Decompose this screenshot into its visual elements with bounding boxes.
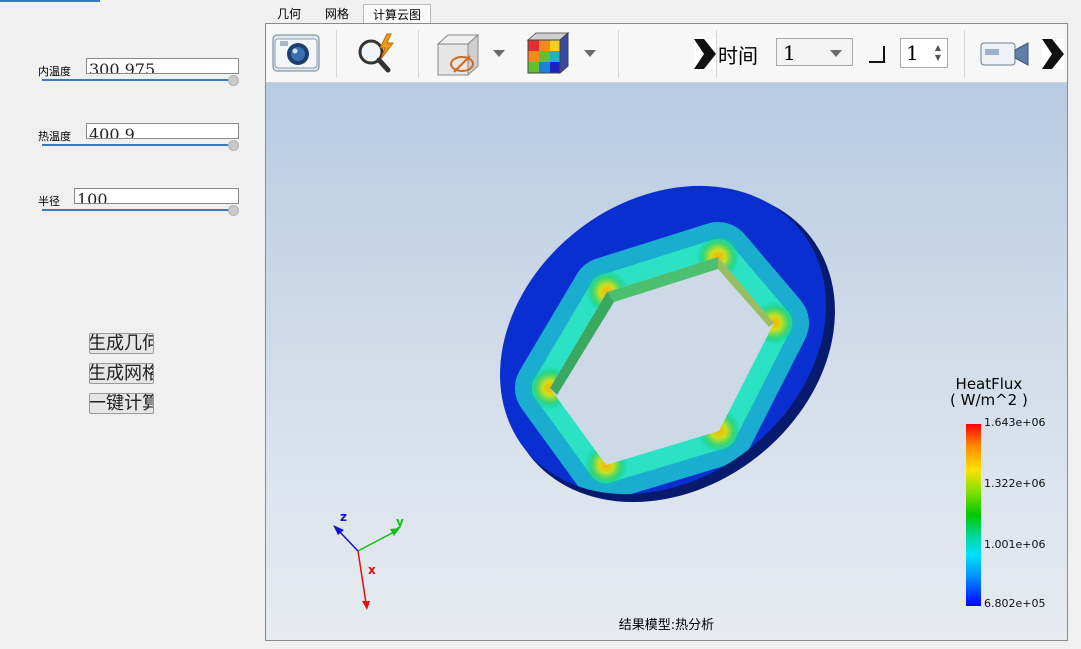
window-accent-line — [0, 0, 100, 2]
axis-y-label: y — [396, 515, 404, 529]
tab-mesh[interactable]: 网格 — [316, 4, 358, 23]
param-label: 内温度 — [38, 65, 71, 78]
param-label: 半径 — [38, 195, 60, 208]
tab-geometry[interactable]: 几何 — [270, 4, 308, 23]
step-value: 1 — [906, 41, 919, 65]
legend-tick: 6.802e+05 — [984, 597, 1046, 610]
tab-result-contour[interactable]: 计算云图 — [363, 4, 431, 24]
radius-slider[interactable] — [42, 209, 236, 211]
slider-handle[interactable] — [228, 140, 239, 151]
camera-icon[interactable] — [272, 31, 320, 73]
hot-temperature-slider[interactable] — [42, 144, 236, 146]
generate-mesh-button[interactable]: 生成网格 — [89, 363, 154, 384]
toolbar-separator — [336, 30, 337, 78]
param-label: 热温度 — [38, 130, 71, 143]
3d-viewport[interactable]: z y x HeatFlux ( W/m^2 ) 1.643e+06 1.322… — [266, 83, 1067, 640]
spin-arrows-icon[interactable]: ▲ ▼ — [935, 43, 941, 63]
chevron-down-icon[interactable] — [493, 50, 505, 57]
legend-title: HeatFlux ( W/m^2 ) — [950, 376, 1028, 408]
axis-z-label: z — [340, 510, 347, 524]
legend-unit: ( W/m^2 ) — [950, 391, 1028, 409]
time-select[interactable]: 1 — [776, 38, 853, 66]
color-legend-bar — [966, 424, 981, 606]
hot-temperature-input[interactable]: 400.9 — [86, 123, 239, 139]
chevron-down-icon — [830, 50, 842, 57]
heatflux-model-render — [333, 185, 835, 610]
legend-tick: 1.322e+06 — [984, 477, 1046, 490]
legend-tick: 1.643e+06 — [984, 416, 1046, 429]
inner-temperature-slider[interactable] — [42, 79, 236, 81]
time-label: 时间 — [718, 44, 758, 68]
viewer-frame: 时间 1 1 ▲ ▼ z y x HeatFlux (W/m^2) 1.64… — [265, 23, 1068, 641]
legend-quantity: HeatFlux — [955, 375, 1023, 393]
param-radius: 半径 100 — [38, 188, 243, 228]
colormap-cube-icon[interactable] — [524, 30, 574, 76]
toolbar-separator — [618, 30, 619, 78]
slider-handle[interactable] — [228, 75, 239, 86]
axis-x-label: x — [368, 563, 376, 577]
viewer-toolbar: 时间 1 1 ▲ ▼ — [266, 24, 1067, 83]
toolbar-separator — [716, 30, 717, 78]
param-hot-temperature: 热温度 400.9 — [38, 123, 243, 163]
inner-temperature-input[interactable]: 300.975 — [86, 58, 239, 74]
play-icon[interactable] — [694, 39, 716, 69]
generate-geometry-button[interactable]: 生成几何 — [89, 333, 154, 354]
step-icon — [868, 44, 886, 64]
play-icon[interactable] — [1042, 39, 1064, 69]
magnifier-lightning-icon[interactable] — [354, 32, 402, 76]
step-spinbox[interactable]: 1 ▲ ▼ — [900, 38, 948, 68]
time-select-value: 1 — [783, 41, 796, 65]
toolbar-separator — [418, 30, 419, 78]
legend-tick: 1.001e+06 — [984, 538, 1046, 551]
one-click-compute-button[interactable]: 一键计算 — [89, 393, 154, 414]
cube-visibility-icon[interactable] — [434, 32, 484, 78]
slider-handle[interactable] — [228, 205, 239, 216]
video-camera-icon[interactable] — [980, 39, 1030, 69]
param-inner-temperature: 内温度 300.975 — [38, 58, 243, 98]
toolbar-separator — [964, 30, 965, 78]
chevron-down-icon[interactable] — [584, 50, 596, 57]
result-model-caption: 结果模型:热分析 — [618, 618, 715, 633]
axis-triad — [333, 525, 400, 610]
radius-input[interactable]: 100 — [74, 188, 239, 204]
